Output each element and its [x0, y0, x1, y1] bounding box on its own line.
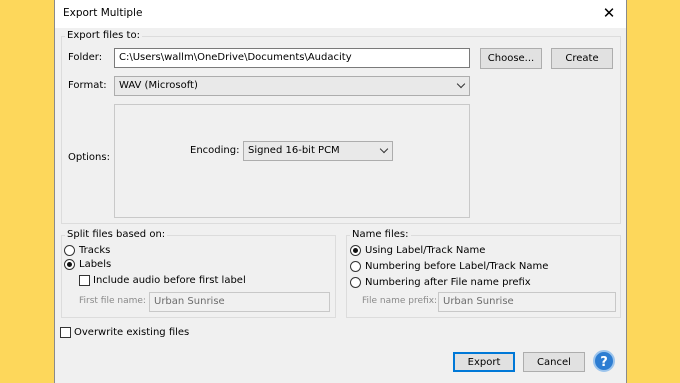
numbering-before-text: Numbering before Label/Track Name — [365, 261, 549, 272]
chevron-down-icon — [379, 144, 389, 154]
overwrite-checkbox[interactable] — [60, 327, 71, 338]
export-files-label: Export files to: — [65, 30, 142, 41]
numbering-after-text: Numbering after File name prefix — [365, 277, 531, 288]
create-button[interactable]: Create — [551, 48, 613, 69]
cancel-button[interactable]: Cancel — [523, 352, 585, 372]
help-icon[interactable]: ? — [593, 350, 615, 372]
numbering-before-radio[interactable] — [350, 261, 361, 272]
first-file-name-label: First file name: — [79, 296, 146, 306]
title-bar: Export Multiple ✕ — [55, 0, 626, 28]
include-audio-checkbox[interactable] — [79, 275, 90, 286]
close-icon[interactable]: ✕ — [600, 4, 618, 22]
labels-radio[interactable] — [64, 259, 75, 270]
name-files-label: Name files: — [350, 229, 411, 240]
first-file-name-input[interactable]: Urban Sunrise — [149, 292, 330, 312]
encoding-select[interactable]: Signed 16-bit PCM — [243, 141, 393, 161]
using-label-radio[interactable] — [350, 245, 361, 256]
numbering-after-radio[interactable] — [350, 277, 361, 288]
using-label-text: Using Label/Track Name — [365, 245, 486, 256]
options-label: Options: — [68, 152, 110, 163]
tracks-radio[interactable] — [64, 245, 75, 256]
split-files-label: Split files based on: — [65, 229, 168, 240]
file-name-prefix-label: File name prefix: — [362, 296, 438, 306]
choose-button[interactable]: Choose... — [480, 48, 542, 69]
labels-label: Labels — [79, 259, 112, 270]
encoding-value: Signed 16-bit PCM — [248, 145, 340, 156]
format-value: WAV (Microsoft) — [119, 80, 198, 91]
export-multiple-dialog: Export Multiple ✕ Export files to: Folde… — [54, 0, 627, 383]
tracks-label: Tracks — [79, 245, 111, 256]
export-button[interactable]: Export — [453, 352, 515, 372]
chevron-down-icon — [456, 79, 466, 89]
file-name-prefix-input[interactable]: Urban Sunrise — [438, 292, 616, 312]
include-audio-label: Include audio before first label — [93, 275, 246, 286]
dialog-title: Export Multiple — [63, 7, 143, 19]
folder-input[interactable]: C:\Users\wallm\OneDrive\Documents\Audaci… — [114, 48, 470, 68]
encoding-label: Encoding: — [190, 145, 240, 156]
format-label: Format: — [68, 80, 107, 91]
overwrite-label: Overwrite existing files — [74, 327, 190, 338]
options-panel — [114, 104, 470, 218]
folder-label: Folder: — [68, 52, 103, 63]
format-select[interactable]: WAV (Microsoft) — [114, 76, 470, 96]
